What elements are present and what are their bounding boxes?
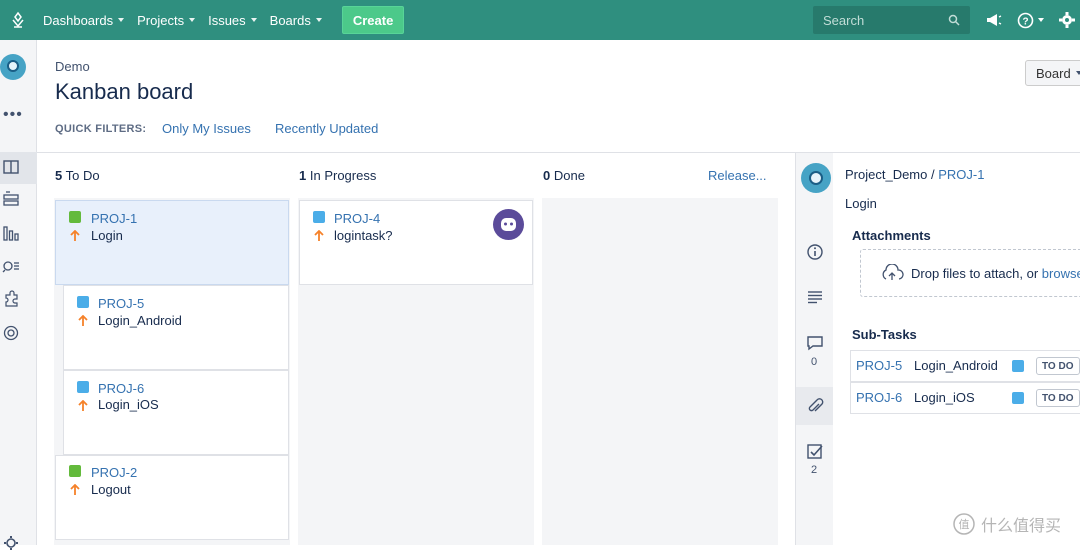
project-avatar[interactable]	[0, 54, 26, 80]
issue-summary: Login_Android	[98, 313, 182, 328]
subtask-icon	[1012, 360, 1024, 372]
reports-icon[interactable]	[2, 224, 20, 242]
help-menu[interactable]: ?	[1017, 12, 1044, 29]
project-name: Demo	[55, 59, 90, 74]
subtask-key[interactable]: PROJ-5	[856, 358, 902, 373]
page-title: Kanban board	[55, 79, 194, 104]
assignee-avatar[interactable]	[493, 209, 524, 240]
comment-count: 0	[811, 356, 818, 368]
search-input[interactable]: Search	[813, 6, 970, 34]
subtask-icon	[77, 381, 89, 393]
task-icon	[313, 211, 325, 223]
status-badge: TO DO	[1036, 357, 1080, 375]
column-done	[542, 198, 778, 545]
priority-high-icon	[70, 230, 80, 241]
story-icon	[69, 211, 81, 223]
breadcrumb: Project_Demo / PROJ-1	[845, 167, 985, 182]
gear-icon[interactable]	[1058, 11, 1076, 29]
issue-key[interactable]: PROJ-2	[91, 465, 137, 480]
nav-icon-group: ?	[985, 0, 1076, 40]
drop-files-text: Drop files to attach, or browse	[911, 266, 1080, 281]
help-icon: ?	[1017, 12, 1034, 28]
subtasks-icon[interactable]	[806, 443, 824, 461]
header-divider	[37, 152, 1080, 153]
nav-projects-menu[interactable]: Projects	[131, 0, 201, 40]
issue-key[interactable]: PROJ-4	[334, 211, 380, 226]
release-link[interactable]: Release...	[708, 168, 767, 183]
search-placeholder: Search	[823, 12, 865, 28]
project-sidebar: •••	[0, 40, 37, 550]
subtask-summary: Login_Android	[914, 358, 998, 373]
issue-key[interactable]: PROJ-6	[98, 381, 144, 396]
top-navigation-bar: Dashboards Projects Issues Boards Create…	[0, 0, 1080, 40]
filter-only-my-issues[interactable]: Only My Issues	[162, 121, 251, 136]
chevron-down-icon	[315, 18, 322, 22]
create-button[interactable]: Create	[341, 6, 405, 34]
gear-icon[interactable]	[2, 534, 20, 552]
issue-key[interactable]: PROJ-5	[98, 296, 144, 311]
jira-logo-icon[interactable]	[0, 0, 36, 40]
subtask-summary: Login_iOS	[914, 390, 975, 405]
chevron-down-icon	[250, 18, 257, 22]
svg-text:?: ?	[1022, 16, 1028, 27]
add-ons-icon[interactable]	[2, 290, 20, 308]
attachment-icon[interactable]	[806, 398, 824, 416]
issue-summary: Login_iOS	[98, 397, 159, 412]
priority-high-icon	[78, 315, 88, 326]
backlog-icon[interactable]	[2, 190, 20, 208]
attachments-heading: Attachments	[852, 228, 931, 243]
info-icon[interactable]	[806, 243, 824, 261]
subtask-key[interactable]: PROJ-6	[856, 390, 902, 405]
nav-dashboards-menu[interactable]: Dashboards	[37, 0, 130, 40]
column-header-in-progress: 1 In Progress	[299, 168, 377, 183]
svg-text:值: 值	[959, 518, 970, 531]
issue-summary: Login	[91, 228, 123, 243]
browse-link[interactable]: browse	[1042, 266, 1080, 281]
priority-high-icon	[78, 400, 88, 411]
issue-summary-title: Login	[845, 196, 877, 211]
subtask-count: 2	[811, 464, 818, 476]
chevron-down-icon	[189, 18, 196, 22]
issue-card-proj-6[interactable]	[63, 370, 289, 455]
nav-issues-menu[interactable]: Issues	[202, 0, 263, 40]
search-icon	[948, 14, 960, 26]
issue-summary: Logout	[91, 482, 131, 497]
project-avatar	[801, 163, 831, 193]
column-header-done: 0 Done	[543, 168, 585, 183]
cloud-upload-icon	[882, 264, 904, 280]
chevron-down-icon	[1038, 18, 1044, 22]
priority-high-icon	[70, 484, 80, 495]
watermark: 值 什么值得买	[953, 512, 1061, 536]
megaphone-icon[interactable]	[985, 12, 1003, 28]
subtask-icon	[1012, 392, 1024, 404]
subtask-icon	[77, 296, 89, 308]
quick-filters-label: QUICK FILTERS:	[55, 123, 147, 135]
settings-icon[interactable]	[2, 324, 20, 342]
issue-key[interactable]: PROJ-1	[91, 211, 137, 226]
story-icon	[69, 465, 81, 477]
chevron-down-icon	[1075, 71, 1080, 75]
subtask-indent	[55, 285, 63, 455]
breadcrumb-issue-key[interactable]: PROJ-1	[938, 167, 984, 182]
filter-recently-updated[interactable]: Recently Updated	[275, 121, 378, 136]
watermark-logo-icon: 值	[953, 513, 975, 535]
issue-summary: logintask?	[334, 228, 393, 243]
subtasks-heading: Sub-Tasks	[852, 327, 917, 342]
chevron-down-icon	[118, 18, 125, 22]
board-icon[interactable]	[2, 158, 20, 176]
description-icon[interactable]	[806, 289, 824, 305]
comment-icon[interactable]	[806, 335, 824, 351]
search-issues-icon[interactable]	[2, 257, 20, 275]
breadcrumb-project[interactable]: Project_Demo	[845, 167, 927, 182]
board-menu-button[interactable]: Board	[1025, 60, 1080, 86]
nav-boards-menu[interactable]: Boards	[264, 0, 328, 40]
board-button-label: Board	[1036, 65, 1071, 81]
priority-high-icon	[314, 230, 324, 241]
status-badge: TO DO	[1036, 389, 1080, 407]
column-header-todo: 5 To Do	[55, 168, 100, 183]
more-icon[interactable]: •••	[3, 106, 23, 124]
